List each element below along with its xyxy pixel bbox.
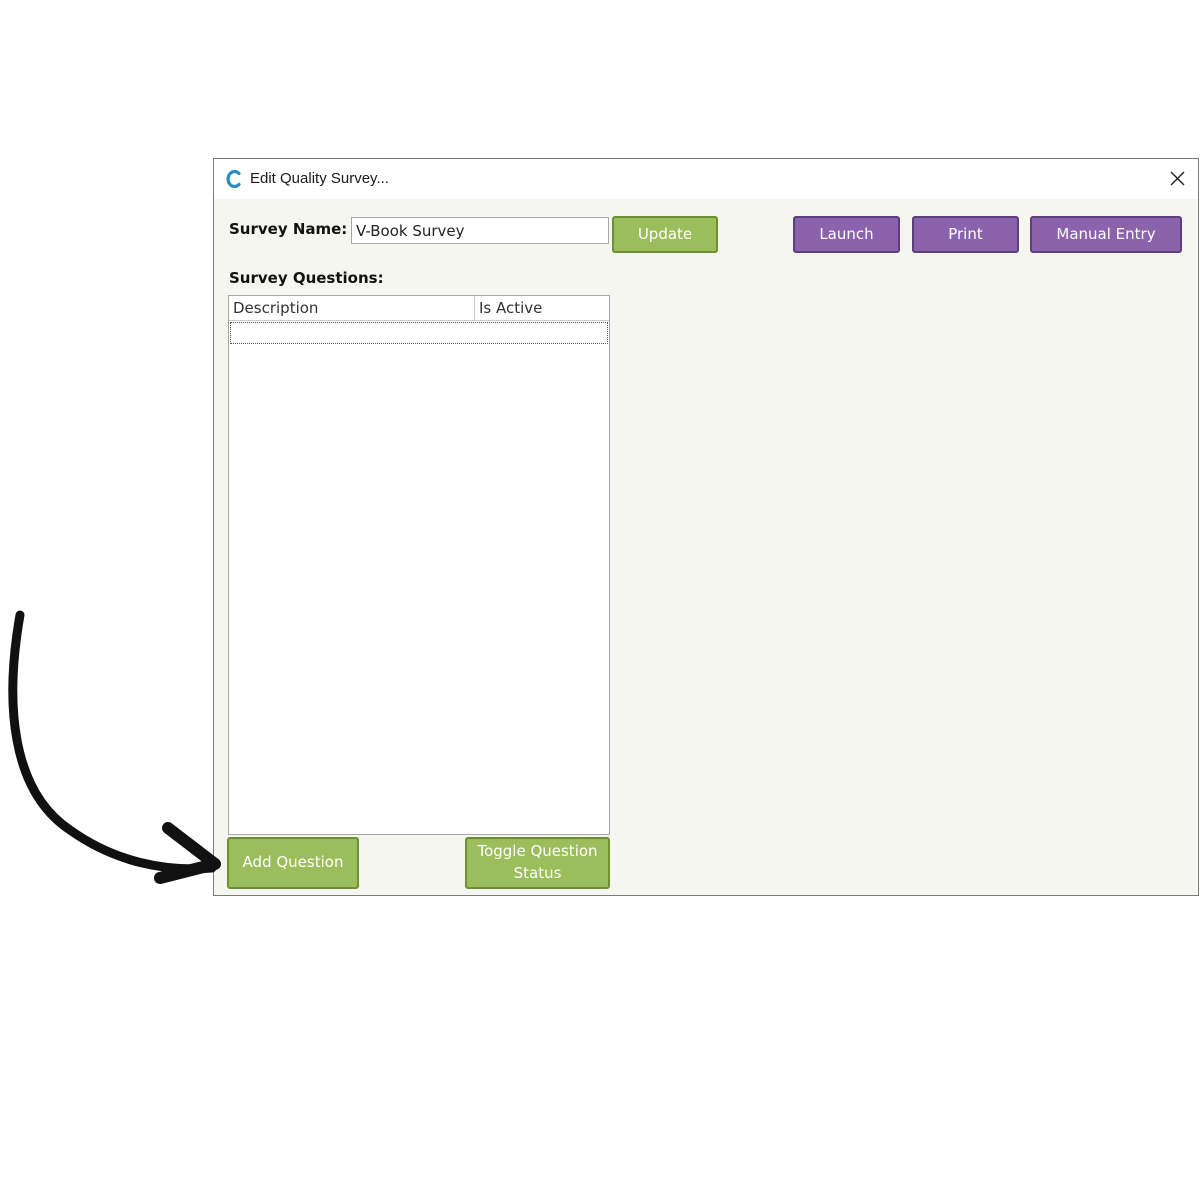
close-icon[interactable] bbox=[1162, 165, 1192, 193]
column-header-is-active[interactable]: Is Active bbox=[475, 296, 609, 320]
survey-questions-label: Survey Questions: bbox=[229, 269, 384, 287]
toggle-question-status-button[interactable]: Toggle Question Status bbox=[465, 837, 610, 889]
edit-quality-survey-dialog: Edit Quality Survey... Survey Name: Upda… bbox=[213, 158, 1199, 896]
screen: Edit Quality Survey... Survey Name: Upda… bbox=[0, 0, 1200, 1200]
survey-name-input[interactable] bbox=[351, 217, 609, 244]
survey-name-label: Survey Name: bbox=[229, 220, 348, 238]
launch-button[interactable]: Launch bbox=[793, 216, 900, 253]
list-header: Description Is Active bbox=[229, 296, 609, 321]
column-header-description[interactable]: Description bbox=[229, 296, 475, 320]
list-item-focus-row[interactable] bbox=[230, 322, 608, 344]
survey-questions-list[interactable]: Description Is Active bbox=[228, 295, 610, 835]
manual-entry-button[interactable]: Manual Entry bbox=[1030, 216, 1182, 253]
app-c-logo-icon bbox=[226, 169, 241, 189]
title-bar: Edit Quality Survey... bbox=[214, 159, 1198, 199]
update-button[interactable]: Update bbox=[612, 216, 718, 253]
add-question-button[interactable]: Add Question bbox=[227, 837, 359, 889]
print-button[interactable]: Print bbox=[912, 216, 1019, 253]
window-title: Edit Quality Survey... bbox=[250, 170, 389, 187]
